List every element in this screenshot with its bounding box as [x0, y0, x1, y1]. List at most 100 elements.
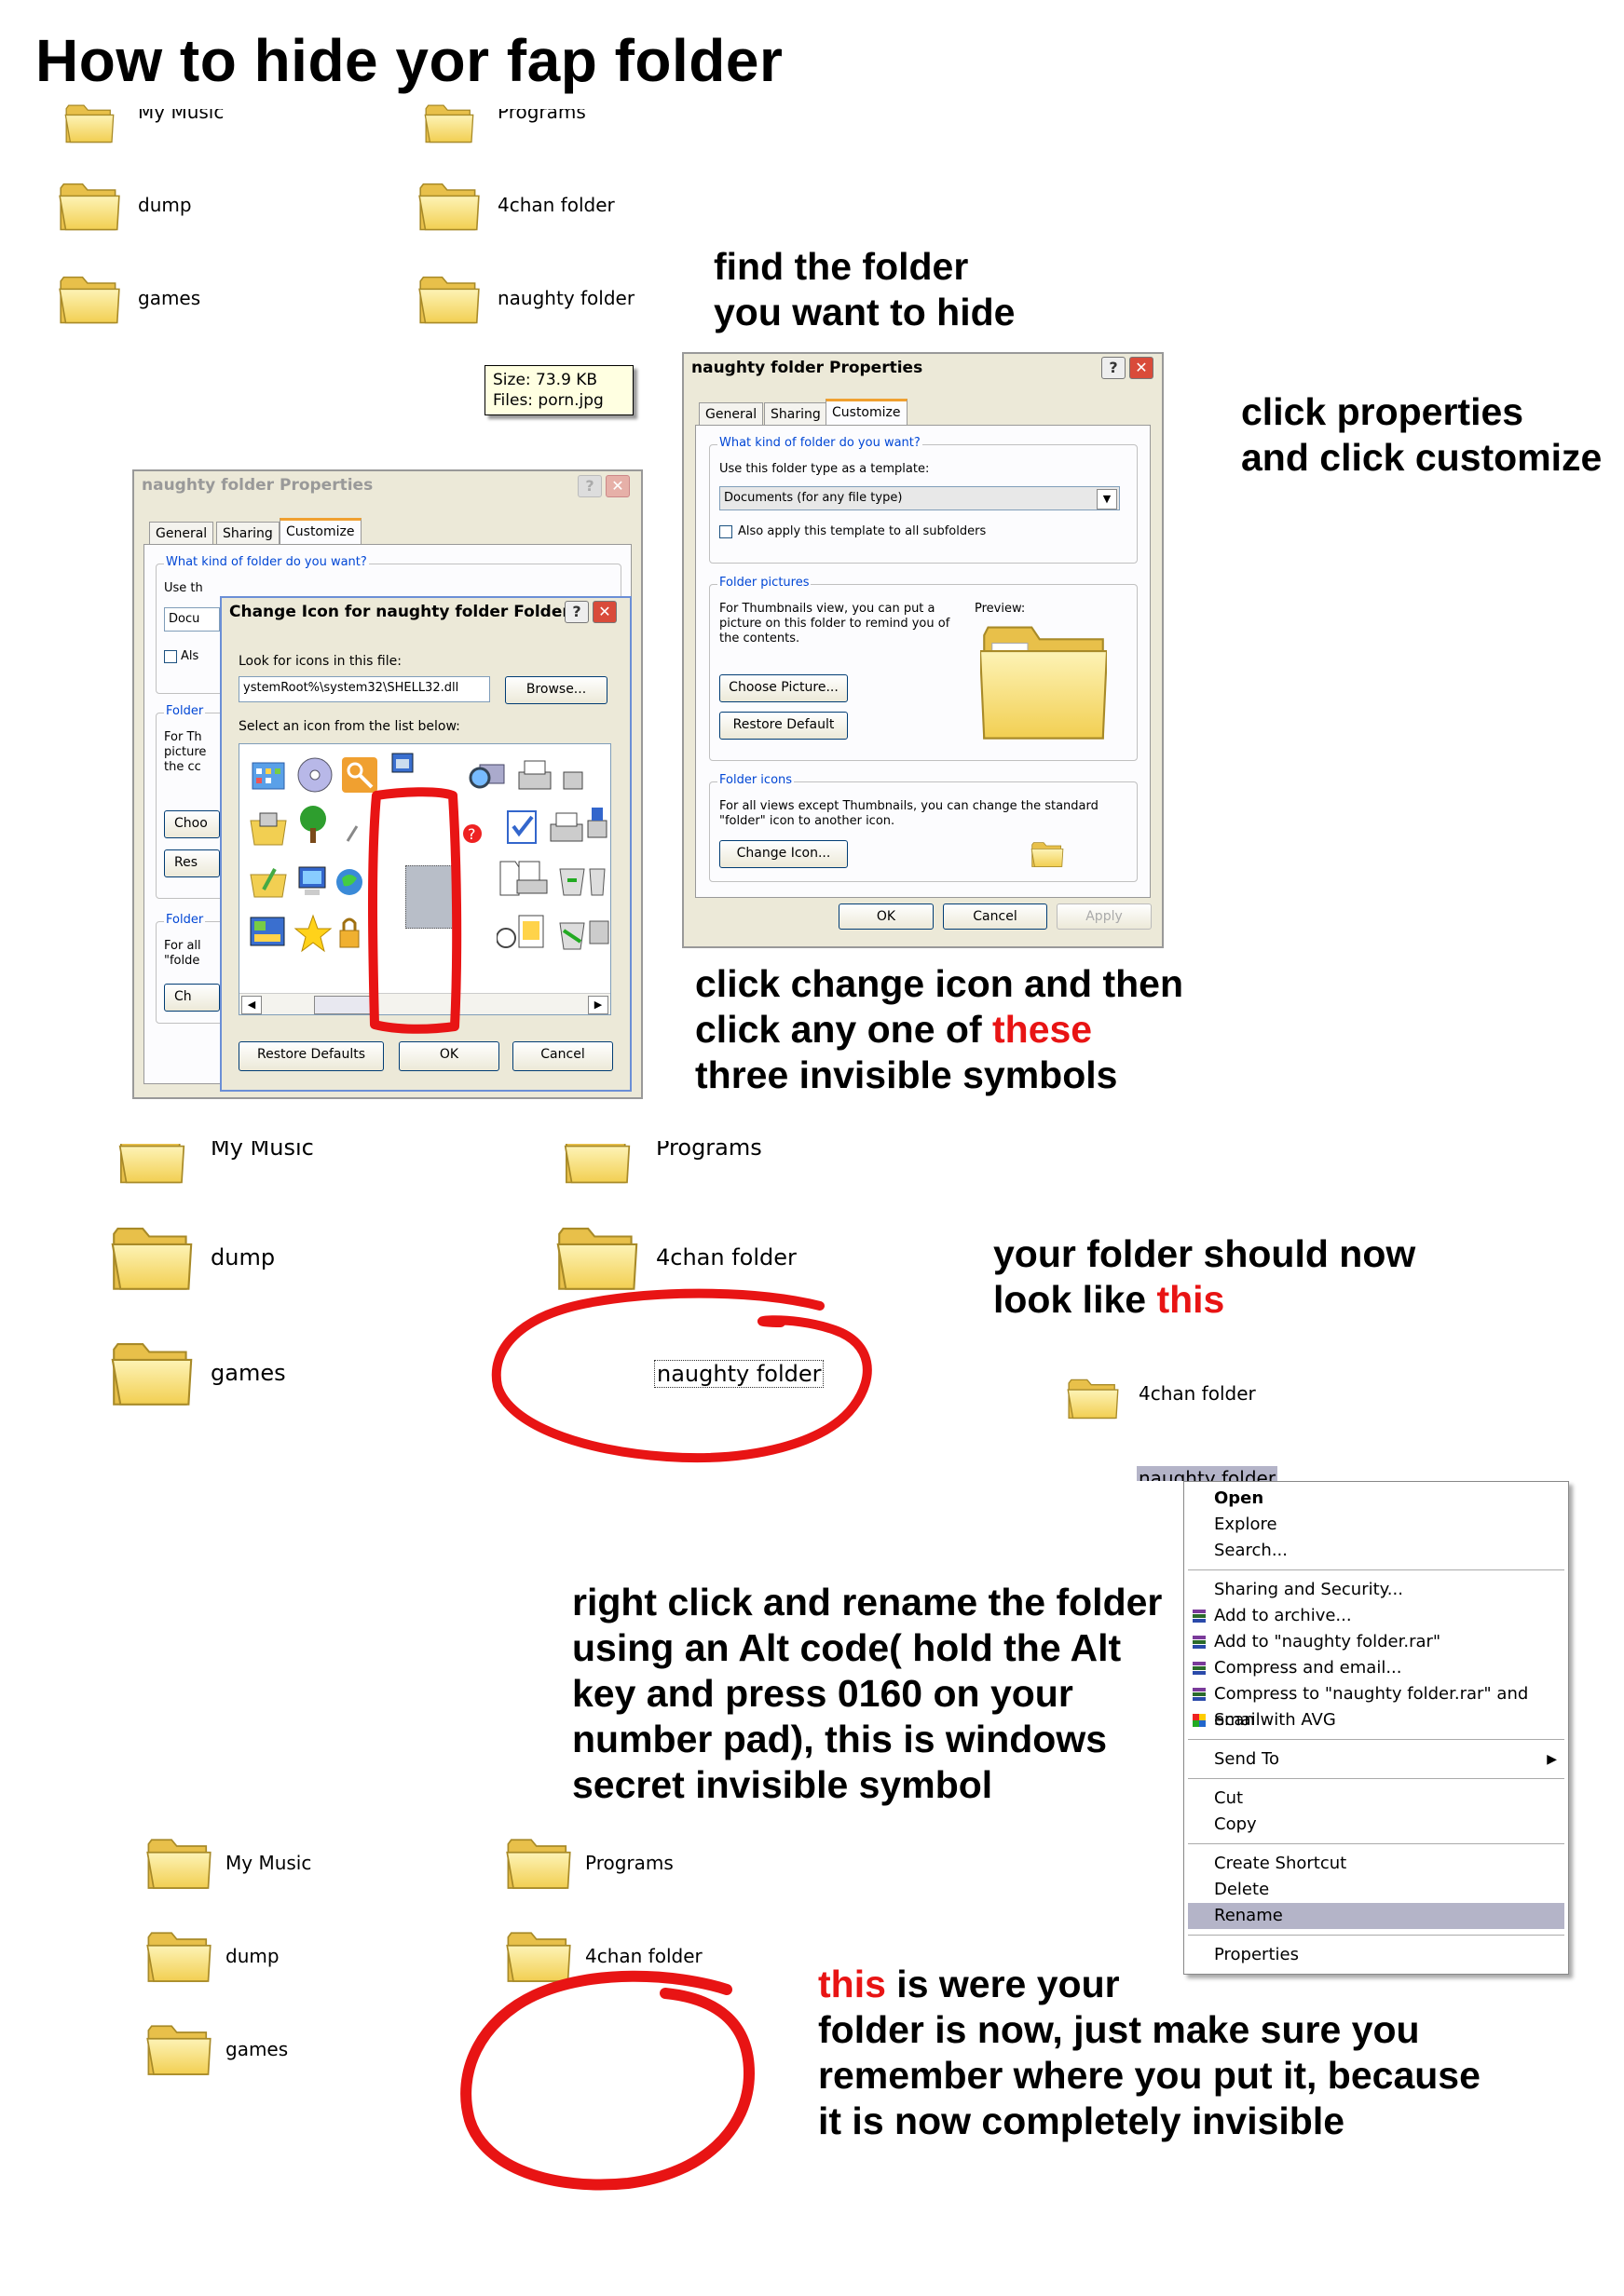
folder-icon[interactable]: [58, 175, 121, 237]
folder-label-4chan[interactable]: 4chan folder: [1139, 1382, 1256, 1405]
cd-icon[interactable]: [293, 754, 336, 796]
tab-sharing[interactable]: Sharing: [764, 402, 827, 425]
restore-default-button[interactable]: Res: [164, 849, 220, 877]
menu-item-explore[interactable]: Explore: [1184, 1512, 1568, 1538]
recycle-bin-icon[interactable]: [588, 858, 631, 901]
folder-icon[interactable]: [145, 2017, 212, 2081]
menu-item-compress-email[interactable]: Compress and email...: [1184, 1655, 1568, 1681]
cancel-button[interactable]: Cancel: [512, 1041, 613, 1071]
folder-icon[interactable]: [145, 1924, 212, 1988]
printer-icon[interactable]: [513, 755, 556, 798]
folder-icon[interactable]: [58, 268, 121, 330]
control-panel-icon[interactable]: [247, 754, 290, 796]
menu-item-create-shortcut[interactable]: Create Shortcut: [1184, 1851, 1568, 1877]
folder-label-dump[interactable]: dump: [138, 194, 192, 216]
ok-button[interactable]: OK: [839, 903, 934, 930]
apply-button[interactable]: Apply: [1057, 903, 1152, 930]
help-button[interactable]: ?: [565, 601, 589, 623]
help-button[interactable]: ?: [578, 475, 602, 497]
folder-label-naughty-selected[interactable]: naughty folder: [1137, 1466, 1278, 1481]
folder-icon[interactable]: [110, 1334, 194, 1412]
chevron-down-icon[interactable]: ▼: [1097, 489, 1117, 509]
printer-icon[interactable]: [547, 806, 590, 849]
folder-label-4chan[interactable]: 4chan folder: [498, 194, 615, 216]
folder-label-games[interactable]: games: [225, 2038, 288, 2060]
tab-general[interactable]: General: [149, 522, 214, 544]
printer-document-icon[interactable]: [510, 858, 553, 901]
menu-item-add-to-rar[interactable]: Add to "naughty folder.rar": [1184, 1629, 1568, 1655]
help-button[interactable]: ?: [1101, 357, 1126, 379]
subfolder-checkbox[interactable]: [164, 650, 177, 663]
folder-label-dump[interactable]: dump: [211, 1244, 275, 1270]
folder-label-my-music[interactable]: My Music: [225, 1852, 311, 1874]
folder-icon[interactable]: [555, 1127, 639, 1187]
tab-general[interactable]: General: [699, 402, 764, 425]
tab-customize[interactable]: Customize: [280, 518, 362, 544]
icon-file-input[interactable]: ystemRoot%\system32\SHELL32.dll: [239, 676, 490, 702]
ok-button[interactable]: OK: [399, 1041, 499, 1071]
search-computer-icon[interactable]: [467, 755, 510, 798]
folder-icon[interactable]: [58, 101, 121, 145]
printer-icon[interactable]: [586, 802, 629, 845]
restore-default-button[interactable]: Restore Default: [719, 712, 848, 740]
folder-label-4chan[interactable]: 4chan folder: [656, 1244, 797, 1270]
menu-item-send-to[interactable]: Send To ▶: [1184, 1746, 1568, 1773]
folder-icon[interactable]: [110, 1127, 194, 1187]
browse-button[interactable]: Browse...: [505, 676, 607, 704]
tab-customize[interactable]: Customize: [826, 399, 908, 425]
control-panel-icon[interactable]: [247, 912, 290, 955]
tab-sharing[interactable]: Sharing: [216, 522, 280, 544]
chevron-left-icon[interactable]: ◀: [241, 996, 262, 1014]
menu-item-copy[interactable]: Copy: [1184, 1812, 1568, 1838]
menu-item-label: Add to "naughty folder.rar": [1214, 1632, 1441, 1651]
menu-item-cut[interactable]: Cut: [1184, 1786, 1568, 1812]
menu-item-search[interactable]: Search...: [1184, 1538, 1568, 1564]
folder-label-programs[interactable]: Programs: [585, 1852, 674, 1874]
choose-picture-button[interactable]: Choose Picture...: [719, 674, 848, 702]
close-button[interactable]: ✕: [606, 475, 630, 497]
change-icon-button[interactable]: Change Icon...: [719, 840, 848, 868]
menu-item-rename[interactable]: Rename: [1188, 1903, 1564, 1929]
folder-icon[interactable]: [505, 1831, 572, 1895]
folder-icon[interactable]: [417, 175, 481, 237]
folder-icon[interactable]: [1062, 1375, 1124, 1421]
choose-picture-button[interactable]: Choo: [164, 810, 220, 838]
folder-label-games[interactable]: games: [138, 287, 200, 309]
menu-item-add-to-archive[interactable]: Add to archive...: [1184, 1603, 1568, 1629]
template-select[interactable]: Documents (for any file type) ▼: [719, 486, 1120, 510]
menu-item-scan-avg[interactable]: Scan with AVG: [1184, 1707, 1568, 1733]
cancel-button[interactable]: Cancel: [943, 903, 1047, 930]
template-select[interactable]: Docu: [164, 607, 220, 632]
printer-icon[interactable]: [562, 755, 605, 798]
folder-icon[interactable]: [417, 101, 481, 145]
group-title: What kind of folder do you want?: [164, 555, 369, 569]
folder-label-dump[interactable]: dump: [225, 1945, 280, 1967]
menu-item-sharing-security[interactable]: Sharing and Security...: [1184, 1577, 1568, 1603]
close-button[interactable]: ✕: [1129, 357, 1153, 379]
folder-label-games[interactable]: games: [211, 1360, 286, 1386]
tree-icon[interactable]: [292, 804, 334, 847]
computer-icon[interactable]: [588, 912, 631, 955]
chevron-right-icon[interactable]: ▶: [588, 996, 608, 1014]
folder-icon[interactable]: [145, 1831, 212, 1895]
star-icon[interactable]: [292, 912, 334, 955]
computer-icon[interactable]: [292, 860, 334, 903]
printer-folder-icon[interactable]: [247, 808, 290, 850]
menu-item-compress-rar-email[interactable]: Compress to "naughty folder.rar" and ema…: [1184, 1681, 1568, 1730]
folder-label-naughty[interactable]: naughty folder: [498, 287, 635, 309]
folder-icon[interactable]: [417, 268, 481, 330]
menu-item-delete[interactable]: Delete: [1184, 1877, 1568, 1903]
document-icon[interactable]: [510, 912, 553, 955]
folder-label-programs[interactable]: Programs: [498, 109, 586, 123]
folder-icon[interactable]: [110, 1218, 194, 1297]
menu-item-open[interactable]: Open: [1184, 1486, 1568, 1512]
subfolder-checkbox[interactable]: [719, 525, 732, 538]
restore-defaults-button[interactable]: Restore Defaults: [239, 1041, 384, 1071]
folder-shortcut-icon[interactable]: [247, 860, 290, 903]
folder-label-my-music[interactable]: My Music: [138, 109, 224, 123]
close-button[interactable]: ✕: [593, 601, 617, 623]
change-icon-button[interactable]: Ch: [164, 984, 220, 1012]
folder-label-programs[interactable]: Programs: [656, 1141, 762, 1161]
checklist-icon[interactable]: [500, 806, 543, 849]
folder-label-my-music[interactable]: My Music: [211, 1141, 314, 1161]
